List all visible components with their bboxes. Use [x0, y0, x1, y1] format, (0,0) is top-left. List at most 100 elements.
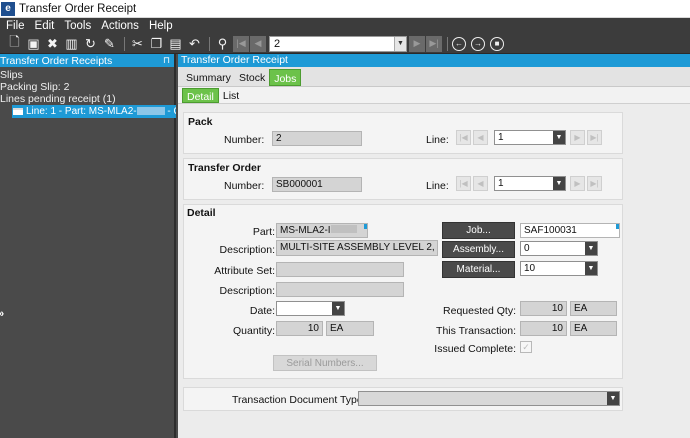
next-line-icon[interactable]: ▶: [570, 130, 585, 145]
date-label: Date:: [249, 305, 275, 317]
first-line-icon[interactable]: |◀: [456, 176, 471, 191]
last-record-icon[interactable]: ▶|: [426, 35, 442, 52]
new-icon[interactable]: 🗋: [6, 34, 23, 52]
tree-node-lines-pending[interactable]: Lines pending receipt (1): [0, 93, 174, 105]
tab-list[interactable]: List: [219, 88, 243, 103]
save-icon[interactable]: ▣: [25, 35, 42, 52]
pack-line-label: Line:: [426, 134, 449, 146]
required-marker: [616, 224, 619, 229]
chevron-down-icon[interactable]: ▼: [585, 262, 597, 275]
this-transaction-field[interactable]: 10: [520, 321, 567, 336]
description2-field[interactable]: [276, 282, 404, 297]
paste-icon[interactable]: ▤: [167, 35, 184, 52]
title-bar: e Transfer Order Receipt: [0, 0, 690, 18]
requested-qty-uom-field[interactable]: EA: [570, 301, 617, 316]
chevron-down-icon[interactable]: ▼: [553, 177, 565, 190]
issued-complete-checkbox[interactable]: ✓: [520, 341, 532, 353]
job-button[interactable]: Job...: [442, 222, 515, 239]
left-tree-panel: Transfer Order Receipts ⊓ Slips Packing …: [0, 54, 176, 438]
stop-icon[interactable]: ■: [490, 36, 504, 51]
job-value: SAF100031: [524, 225, 577, 236]
back-icon[interactable]: ←: [452, 36, 466, 51]
date-picker[interactable]: ▼: [276, 301, 345, 316]
first-line-icon[interactable]: |◀: [456, 130, 471, 145]
assembly-button[interactable]: Assembly...: [442, 241, 515, 258]
pin-icon[interactable]: ⊓: [163, 55, 170, 66]
last-line-icon[interactable]: ▶|: [587, 130, 602, 145]
next-record-icon[interactable]: ▶: [409, 35, 425, 52]
menu-edit[interactable]: Edit: [35, 20, 55, 32]
quantity-field[interactable]: 10: [276, 321, 323, 336]
chevron-down-icon[interactable]: ▼: [394, 36, 406, 51]
to-number-field[interactable]: SB000001: [272, 177, 362, 192]
quantity-label: Quantity:: [232, 325, 275, 337]
this-transaction-label: This Transaction:: [436, 325, 516, 337]
tree-node-line-suffix: - Qty:: [167, 106, 176, 117]
chevron-down-icon[interactable]: ▼: [585, 242, 597, 255]
to-line-combo[interactable]: 1 ▼: [494, 176, 566, 191]
assembly-combo[interactable]: 0 ▼: [520, 241, 598, 256]
part-field[interactable]: MS-MLA2-I: [276, 223, 368, 238]
pack-line-value: 1: [498, 132, 504, 143]
tab-detail[interactable]: Detail: [182, 88, 219, 103]
last-line-icon[interactable]: ▶|: [587, 176, 602, 191]
tree-node-line-prefix: Line: 1 - Part: MS-MLA2-: [26, 106, 137, 117]
cut-icon[interactable]: ✂: [129, 35, 146, 52]
prev-line-icon[interactable]: ◀: [473, 130, 488, 145]
to-line-value: 1: [498, 178, 504, 189]
chevron-down-icon[interactable]: ▼: [553, 131, 565, 144]
attribute-set-field[interactable]: [276, 262, 404, 277]
material-combo[interactable]: 10 ▼: [520, 261, 598, 276]
record-selector-value: 2: [274, 37, 281, 50]
tree-node-slips[interactable]: Slips: [0, 69, 174, 81]
expand-panel-icon[interactable]: »: [0, 308, 4, 320]
quantity-uom-field[interactable]: EA: [326, 321, 374, 336]
tree-node-packing-slip[interactable]: Packing Slip: 2: [0, 81, 174, 93]
refresh-icon[interactable]: ↻: [82, 35, 99, 52]
tab-jobs[interactable]: Jobs: [269, 69, 302, 86]
tab-summary[interactable]: Summary: [182, 69, 235, 86]
redacted-text: [136, 107, 165, 116]
record-selector[interactable]: 2 ▼: [269, 35, 407, 52]
menu-tools[interactable]: Tools: [64, 20, 91, 32]
menu-file[interactable]: File: [6, 20, 25, 32]
serial-numbers-button[interactable]: Serial Numbers...: [273, 355, 377, 371]
line-item-icon: [13, 108, 23, 115]
sub-tabs: Detail List: [178, 87, 690, 104]
prev-line-icon[interactable]: ◀: [473, 176, 488, 191]
pack-group: Pack Number: 2 Line: |◀ ◀ 1 ▼ ▶ ▶|: [183, 112, 623, 154]
copy-icon[interactable]: ❐: [148, 35, 165, 52]
tree-node-line-selected[interactable]: Line: 1 - Part: MS-MLA2- - Qty:: [12, 105, 176, 118]
first-record-icon[interactable]: |◀: [233, 35, 249, 52]
pack-line-combo[interactable]: 1 ▼: [494, 130, 566, 145]
issued-complete-label: Issued Complete:: [434, 343, 516, 355]
previous-record-icon[interactable]: ◀: [250, 35, 266, 52]
description-label: Description:: [219, 244, 275, 256]
delete-icon[interactable]: ✖: [44, 35, 61, 52]
binoculars-icon[interactable]: ⚲: [214, 35, 231, 52]
tab-stock[interactable]: Stock: [235, 69, 269, 86]
next-line-icon[interactable]: ▶: [570, 176, 585, 191]
forward-icon[interactable]: →: [471, 36, 485, 51]
description-field[interactable]: MULTI-SITE ASSEMBLY LEVEL 2,: [276, 240, 438, 256]
menu-help[interactable]: Help: [149, 20, 173, 32]
this-transaction-uom-field[interactable]: EA: [570, 321, 617, 336]
requested-qty-field[interactable]: 10: [520, 301, 567, 316]
main-tabs: Summary Stock Jobs: [178, 67, 690, 87]
brush-icon[interactable]: ✎: [101, 35, 118, 52]
pack-number-field[interactable]: 2: [272, 131, 362, 146]
window-title: Transfer Order Receipt: [19, 2, 137, 15]
calendar-dropdown-icon[interactable]: ▼: [332, 302, 344, 315]
menu-actions[interactable]: Actions: [101, 20, 139, 32]
attribute-set-label: Attribute Set:: [214, 265, 275, 277]
toolbar-separator: [447, 36, 448, 51]
clear-icon[interactable]: ▥: [63, 35, 80, 52]
chevron-down-icon[interactable]: ▼: [607, 392, 619, 405]
material-button[interactable]: Material...: [442, 261, 515, 278]
transaction-doc-group: Transaction Document Type: ▼: [183, 387, 623, 411]
tree-panel-title: Transfer Order Receipts: [0, 54, 113, 67]
undo-icon[interactable]: ↶: [186, 35, 203, 52]
assembly-value: 0: [524, 243, 530, 254]
transaction-doc-type-combo[interactable]: ▼: [358, 391, 620, 406]
job-field[interactable]: SAF100031: [520, 223, 620, 238]
